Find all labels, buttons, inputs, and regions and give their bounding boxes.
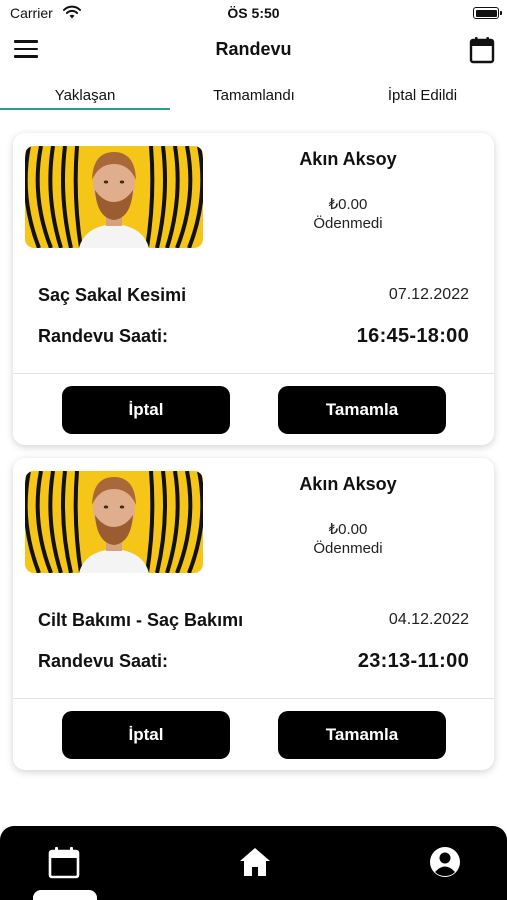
appointment-time: 16:45-18:00 (356, 325, 469, 347)
status-bar: Carrier ÖS 5:50 (0, 0, 507, 28)
appointment-date: 04.12.2022 (388, 611, 469, 628)
complete-button[interactable]: Tamamla (278, 711, 446, 759)
tab-cancelled[interactable]: İptal Edildi (338, 80, 507, 110)
calendar-icon[interactable] (469, 36, 495, 64)
time-label: Randevu Saati: (38, 651, 169, 671)
service-name: Cilt Bakımı - Saç Bakımı (38, 610, 244, 630)
active-tab-indicator (33, 890, 97, 900)
appointment-time: 23:13-11:00 (357, 650, 469, 672)
divider (13, 698, 494, 699)
avatar (25, 471, 203, 573)
price: ₺0.00 (328, 521, 368, 538)
payment-status: Ödenmedi (313, 540, 383, 557)
appointment-date: 07.12.2022 (388, 286, 469, 303)
page-title: Randevu (215, 39, 292, 59)
appointment-card: Akın Aksoy ₺0.00 Ödenmedi Saç Sakal Kesi… (13, 133, 494, 445)
segment-tabs: Yaklaşan Tamamlandı İptal Edildi (0, 80, 507, 110)
appointment-card: Akın Aksoy ₺0.00 Ödenmedi Cilt Bakımı - … (13, 458, 494, 770)
payment-status: Ödenmedi (313, 215, 383, 232)
time-label: Randevu Saati: (38, 326, 169, 346)
customer-name: Akın Aksoy (299, 474, 397, 494)
complete-button[interactable]: Tamamla (278, 386, 446, 434)
calendar-icon[interactable] (46, 844, 82, 880)
cancel-button[interactable]: İptal (62, 711, 230, 759)
clock: ÖS 5:50 (227, 5, 280, 21)
price: ₺0.00 (328, 196, 368, 213)
nav-bar: Randevu (0, 28, 507, 72)
profile-icon[interactable] (427, 844, 463, 880)
divider (13, 373, 494, 374)
home-icon[interactable] (237, 844, 273, 880)
bottom-tab-bar (0, 826, 507, 900)
tab-upcoming[interactable]: Yaklaşan (0, 80, 170, 110)
service-name: Saç Sakal Kesimi (38, 285, 187, 305)
customer-name: Akın Aksoy (299, 149, 397, 169)
avatar (25, 146, 203, 248)
cancel-button[interactable]: İptal (62, 386, 230, 434)
tab-completed[interactable]: Tamamlandı (170, 80, 338, 110)
battery-icon (473, 7, 502, 19)
